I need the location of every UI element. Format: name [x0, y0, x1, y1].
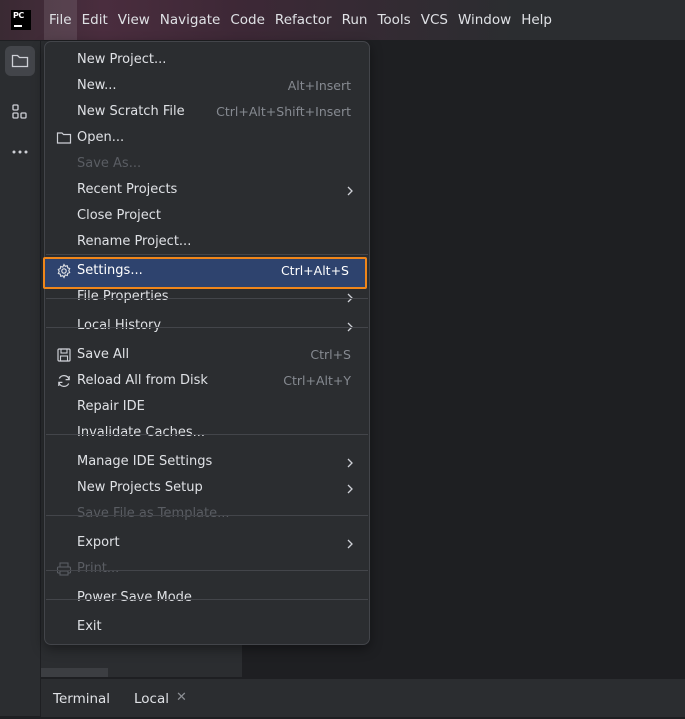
menu-item-label: File Properties	[77, 289, 169, 304]
menu-item-new-scratch-file[interactable]: New Scratch File Ctrl+Alt+Shift+Insert	[45, 99, 369, 125]
menu-item-close-project[interactable]: Close Project	[45, 203, 369, 229]
menu-navigate[interactable]: Navigate	[155, 0, 226, 40]
menu-item-print: Print...	[45, 556, 369, 582]
menu-item-label: Save All	[77, 347, 130, 362]
menu-vcs[interactable]: VCS	[416, 0, 453, 40]
menu-item-label: Exit	[77, 619, 102, 634]
menu-item-save-as: Save As...	[45, 151, 369, 177]
menu-item-label: Rename Project...	[77, 234, 192, 249]
menu-item-reload-all-from-disk[interactable]: Reload All from Disk Ctrl+Alt+Y	[45, 368, 369, 394]
folder-icon	[56, 130, 72, 146]
file-menu-dropdown: New Project... New... Alt+Insert New Scratc…	[43, 41, 370, 645]
menu-item-label: Settings...	[77, 263, 143, 278]
menu-item-power-save-mode[interactable]: Power Save Mode	[45, 585, 369, 611]
menu-separator	[46, 570, 368, 571]
menu-view[interactable]: View	[113, 0, 155, 40]
menu-item-export[interactable]: Export	[45, 530, 369, 556]
shortcut-text: Ctrl+S	[310, 347, 351, 362]
menu-refactor[interactable]: Refactor	[270, 0, 337, 40]
menu-item-label: Local History	[77, 318, 162, 333]
menu-item-new[interactable]: New... Alt+Insert	[45, 73, 369, 99]
main-menu-bar: File Edit View Navigate Code Refactor Ru…	[44, 0, 557, 40]
menu-item-label: Close Project	[77, 208, 162, 223]
print-icon	[56, 561, 72, 577]
menu-separator	[46, 298, 368, 299]
menu-separator	[46, 515, 368, 516]
menu-item-rename-project[interactable]: Rename Project...	[45, 229, 369, 255]
menu-item-save-file-as-template: Save File as Template...	[45, 501, 369, 527]
chevron-right-icon	[347, 483, 353, 494]
menu-item-label: Repair IDE	[77, 399, 145, 414]
menu-help[interactable]: Help	[516, 0, 557, 40]
terminal-tool-window: Terminal Local ✕	[41, 678, 685, 717]
menu-item-label: Manage IDE Settings	[77, 454, 213, 469]
panel-scroll-strip	[41, 668, 108, 677]
tab-local[interactable]: Local	[134, 679, 169, 717]
menu-item-label: New Project...	[77, 52, 167, 67]
menu-item-repair-ide[interactable]: Repair IDE	[45, 394, 369, 420]
chevron-right-icon	[347, 292, 353, 303]
menu-tools[interactable]: Tools	[372, 0, 415, 40]
menu-item-label: Recent Projects	[77, 182, 178, 197]
menu-item-label: Invalidate Caches...	[77, 425, 206, 440]
chevron-right-icon	[347, 185, 353, 196]
menu-item-recent-projects[interactable]: Recent Projects	[45, 177, 369, 203]
menu-item-settings[interactable]: Settings... Ctrl+Alt+S	[43, 257, 367, 289]
left-tool-strip	[0, 41, 41, 716]
title-bar: PC File Edit View Navigate Code Refactor…	[0, 0, 685, 41]
menu-item-label: Open...	[77, 130, 125, 145]
terminal-title: Terminal	[53, 691, 111, 707]
menu-separator	[46, 434, 368, 435]
chevron-right-icon	[347, 538, 353, 549]
menu-item-label: Print...	[77, 561, 120, 576]
gear-icon	[56, 263, 72, 279]
shortcut-text: Ctrl+Alt+Shift+Insert	[216, 104, 351, 119]
menu-item-save-all[interactable]: Save All Ctrl+S	[45, 342, 369, 368]
chevron-right-icon	[347, 457, 353, 468]
shortcut-text: Alt+Insert	[287, 78, 351, 93]
menu-separator	[46, 254, 368, 255]
close-tab-icon[interactable]: ✕	[176, 691, 188, 704]
menu-item-open[interactable]: Open...	[45, 125, 369, 151]
menu-item-label: Power Save Mode	[77, 590, 192, 605]
menu-file[interactable]: File	[44, 0, 77, 40]
chevron-right-icon	[347, 321, 353, 332]
menu-run[interactable]: Run	[337, 0, 373, 40]
menu-item-label: Export	[77, 535, 120, 550]
menu-separator	[46, 327, 368, 328]
menu-code[interactable]: Code	[225, 0, 270, 40]
menu-item-label: New...	[77, 78, 117, 93]
project-folder-icon[interactable]	[5, 46, 35, 76]
save-icon	[56, 347, 72, 363]
menu-item-label: Save As...	[77, 156, 142, 171]
menu-item-local-history[interactable]: Local History	[45, 313, 369, 339]
shortcut-text: Ctrl+Alt+Y	[283, 373, 351, 388]
menu-item-label: New Projects Setup	[77, 480, 203, 495]
menu-item-new-project[interactable]: New Project...	[45, 47, 369, 73]
reload-icon	[56, 373, 72, 389]
menu-window[interactable]: Window	[453, 0, 516, 40]
menu-item-exit[interactable]: Exit	[45, 614, 369, 640]
menu-edit[interactable]: Edit	[77, 0, 113, 40]
structure-icon[interactable]	[5, 97, 35, 127]
menu-item-file-properties[interactable]: File Properties	[45, 284, 369, 310]
menu-item-label: Save File as Template...	[77, 506, 230, 521]
menu-item-manage-ide-settings[interactable]: Manage IDE Settings	[45, 449, 369, 475]
menu-item-label: New Scratch File	[77, 104, 185, 119]
menu-separator	[46, 599, 368, 600]
menu-item-new-projects-setup[interactable]: New Projects Setup	[45, 475, 369, 501]
menu-item-label: Reload All from Disk	[77, 373, 208, 388]
more-tools-icon[interactable]	[5, 137, 35, 167]
pycharm-logo-icon[interactable]: PC	[11, 10, 31, 30]
shortcut-text: Ctrl+Alt+S	[280, 263, 349, 278]
menu-item-invalidate-caches[interactable]: Invalidate Caches...	[45, 420, 369, 446]
